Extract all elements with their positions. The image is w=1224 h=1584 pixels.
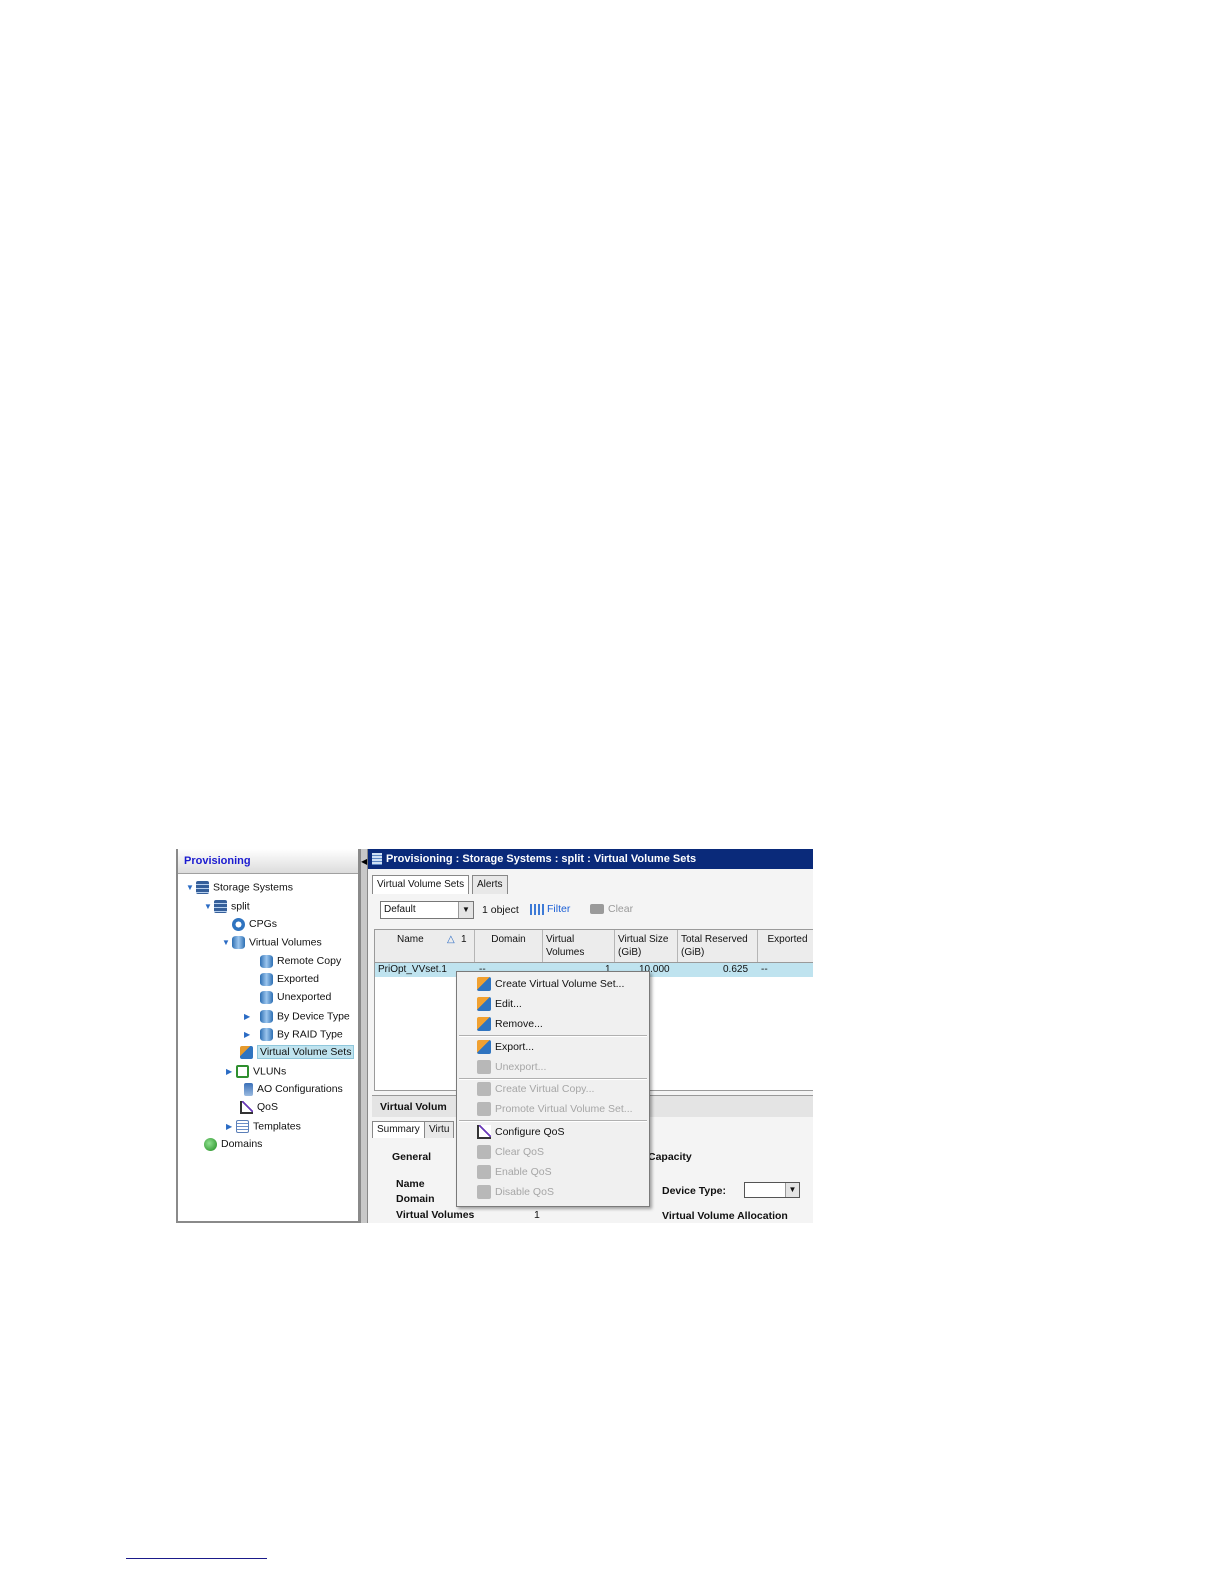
menu-item-export[interactable]: Export... <box>457 1037 649 1057</box>
view-select[interactable]: Default ▼ <box>380 901 474 919</box>
export-icon <box>477 1040 491 1054</box>
remove-icon <box>477 1017 491 1031</box>
menu-item-create-virtual-volume-set[interactable]: Create Virtual Volume Set... <box>457 974 649 994</box>
menu-item-unexport: Unexport... <box>457 1057 649 1077</box>
volume-icon <box>260 990 273 1004</box>
tree-item-split[interactable]: ▼ split <box>204 898 250 915</box>
column-header-domain[interactable]: Domain <box>475 930 543 962</box>
volume-icon <box>260 972 273 986</box>
domain-label: Domain <box>396 1193 435 1205</box>
clear-filter-button: Clear <box>590 903 633 915</box>
menu-item-create-virtual-copy: Create Virtual Copy... <box>457 1079 649 1099</box>
tab-virtual-volume-sets[interactable]: Virtual Volume Sets <box>372 875 470 894</box>
storage-icon <box>372 853 382 866</box>
virtual-volumes-label: Virtual Volumes <box>396 1209 475 1221</box>
column-header-virtual-volumes[interactable]: Virtual Volumes <box>543 930 615 962</box>
tree-item-by-raid-type[interactable]: ▶ By RAID Type <box>244 1026 343 1043</box>
expand-arrow-icon[interactable]: ▶ <box>226 1063 236 1080</box>
storage-icon <box>196 881 209 894</box>
tab-alerts[interactable]: Alerts <box>472 875 508 894</box>
edit-icon <box>477 997 491 1011</box>
menu-item-disable-qos: Disable QoS <box>457 1182 649 1202</box>
menu-item-edit[interactable]: Edit... <box>457 994 649 1014</box>
menu-item-clear-qos: Clear QoS <box>457 1142 649 1162</box>
expand-arrow-icon[interactable]: ▶ <box>244 1008 254 1025</box>
virtual-volumes-value: 1 <box>534 1209 540 1221</box>
vlun-icon <box>236 1065 249 1078</box>
eraser-icon <box>590 904 604 915</box>
template-icon <box>236 1120 249 1133</box>
pane-splitter[interactable]: ◀ <box>360 849 368 1223</box>
content-title: Provisioning : Storage Systems : split :… <box>386 853 697 865</box>
expand-arrow-icon[interactable]: ▼ <box>204 898 214 915</box>
volume-icon <box>260 1028 273 1041</box>
menu-item-remove[interactable]: Remove... <box>457 1014 649 1034</box>
expand-arrow-icon[interactable]: ▼ <box>186 879 196 896</box>
tree-item-templates[interactable]: ▶ Templates <box>226 1118 301 1135</box>
tree-item-virtual-volumes[interactable]: ▼ Virtual Volumes <box>222 934 322 951</box>
menu-item-enable-qos: Enable QoS <box>457 1162 649 1182</box>
column-header-exported[interactable]: Exported <box>758 930 813 962</box>
server-icon <box>214 900 227 913</box>
name-label: Name <box>396 1178 425 1190</box>
menu-item-promote-virtual-volume-set: Promote Virtual Volume Set... <box>457 1099 649 1119</box>
expand-arrow-icon[interactable]: ▶ <box>226 1118 236 1135</box>
column-header-name[interactable]: Name △ 1 <box>375 930 475 962</box>
volume-icon <box>260 954 273 968</box>
allocation-label: Virtual Volume Allocation <box>662 1210 788 1222</box>
tab-summary[interactable]: Summary <box>372 1121 425 1138</box>
volume-set-icon <box>240 1045 253 1059</box>
clear-qos-icon <box>477 1145 491 1159</box>
unexport-icon <box>477 1060 491 1074</box>
column-header-total-reserved[interactable]: Total Reserved (GiB) <box>678 930 758 962</box>
device-type-label: Device Type: <box>662 1185 726 1197</box>
collapse-arrow-icon[interactable]: ◀ <box>361 857 367 866</box>
sort-ascending-icon: △ <box>447 934 455 945</box>
tree-item-ao-configurations[interactable]: AO Configurations <box>244 1081 343 1098</box>
volume-set-icon <box>477 977 491 991</box>
dropdown-arrow-icon[interactable]: ▼ <box>458 902 473 918</box>
qos-icon <box>477 1125 491 1139</box>
filter-icon <box>530 903 544 915</box>
menu-item-configure-qos[interactable]: Configure QoS <box>457 1122 649 1142</box>
tree-item-domains[interactable]: Domains <box>204 1136 262 1153</box>
general-heading: General <box>392 1151 432 1163</box>
footnote-rule <box>126 1558 267 1559</box>
capacity-heading: Capacity <box>648 1151 692 1163</box>
enable-qos-icon <box>477 1165 491 1179</box>
dropdown-arrow-icon[interactable]: ▼ <box>785 1183 799 1197</box>
nav-title: Provisioning <box>178 849 358 874</box>
ao-icon <box>244 1082 253 1096</box>
disable-qos-icon <box>477 1185 491 1199</box>
filter-button[interactable]: Filter <box>530 903 570 915</box>
expand-arrow-icon[interactable]: ▶ <box>244 1026 254 1043</box>
object-count: 1 object <box>482 904 519 916</box>
tab-virtual-volumes[interactable]: Virtu <box>424 1121 455 1138</box>
device-type-select[interactable]: ▼ <box>744 1182 800 1198</box>
tree-item-exported[interactable]: Exported <box>260 971 319 988</box>
virtual-copy-icon <box>477 1082 491 1096</box>
navigation-pane: Provisioning ▼ Storage Systems ▼ split CPG… <box>176 849 360 1223</box>
promote-icon <box>477 1102 491 1116</box>
tree-item-by-device-type[interactable]: ▶ By Device Type <box>244 1008 350 1025</box>
domain-icon <box>204 1137 217 1151</box>
tree-item-virtual-volume-sets[interactable]: Virtual Volume Sets <box>240 1044 355 1061</box>
tree-item-remote-copy[interactable]: Remote Copy <box>260 953 341 970</box>
context-menu: Create Virtual Volume Set... Edit... Rem… <box>456 971 650 1207</box>
column-header-virtual-size[interactable]: Virtual Size (GiB) <box>615 930 678 962</box>
tree-item-unexported[interactable]: Unexported <box>260 989 331 1006</box>
content-title-bar: Provisioning : Storage Systems : split :… <box>368 849 813 869</box>
tree-item-qos[interactable]: QoS <box>240 1099 278 1116</box>
screenshot-window: Provisioning ▼ Storage Systems ▼ split CPG… <box>176 849 813 1223</box>
expand-arrow-icon[interactable]: ▼ <box>222 934 232 951</box>
cpg-icon <box>232 917 245 931</box>
qos-icon <box>240 1100 253 1114</box>
table-header: Name △ 1 Domain Virtual Volumes Virtual … <box>375 930 813 963</box>
list-toolbar: Default ▼ 1 object Filter Clear <box>380 901 810 921</box>
tree-item-storage-systems[interactable]: ▼ Storage Systems <box>186 879 293 896</box>
tree-item-cpgs[interactable]: CPGs <box>232 916 277 933</box>
volume-icon <box>260 1010 273 1023</box>
volume-icon <box>232 936 245 949</box>
tree-item-vluns[interactable]: ▶ VLUNs <box>226 1063 286 1080</box>
